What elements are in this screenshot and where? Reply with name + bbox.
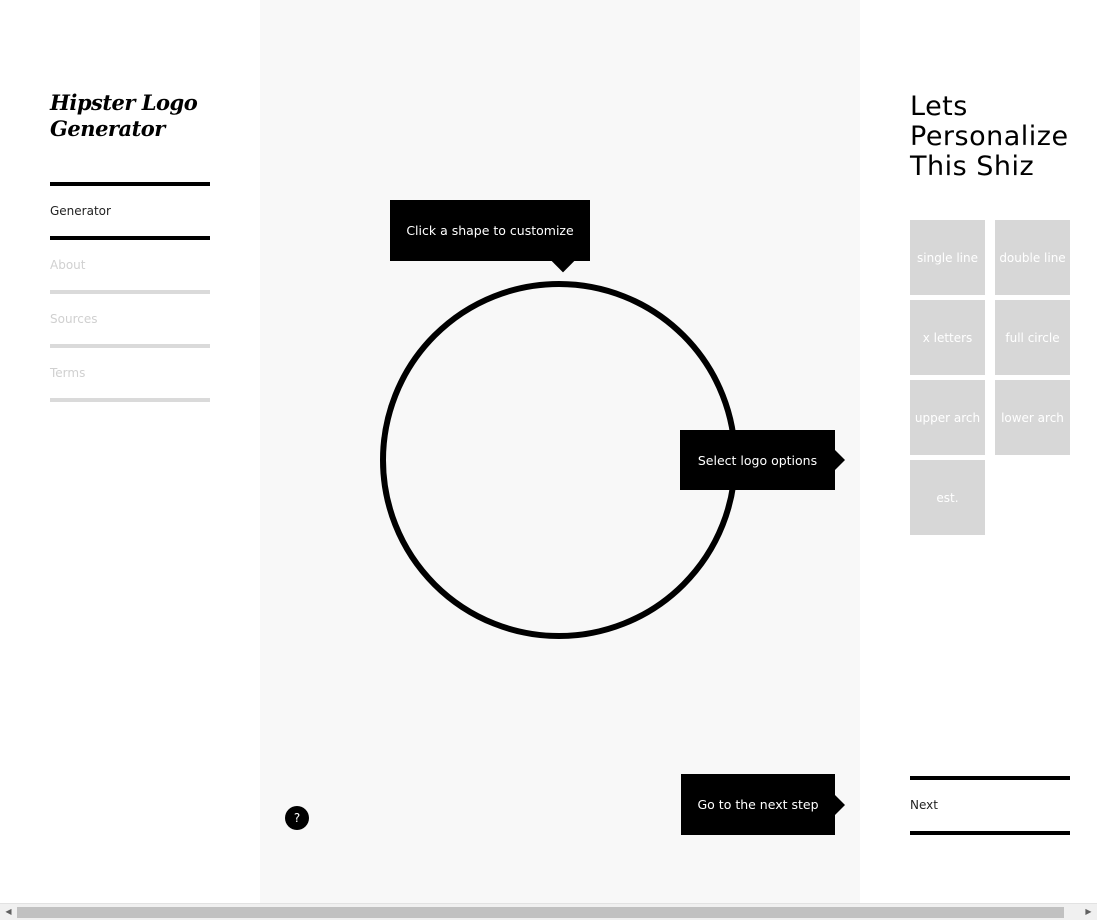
horizontal-scrollbar[interactable]: ◀ ▶ — [0, 903, 1097, 920]
options-tooltip-text: Select logo options — [697, 452, 818, 468]
shape-tooltip: Click a shape to customize — [390, 200, 590, 273]
tooltip-arrow-icon — [551, 249, 575, 273]
option-est[interactable]: est. — [910, 460, 985, 535]
option-lower-arch[interactable]: lower arch — [995, 380, 1070, 455]
option-single-line[interactable]: single line — [910, 220, 985, 295]
next-divider — [910, 831, 1070, 835]
scroll-left-icon[interactable]: ◀ — [0, 904, 17, 920]
app-logo-title: Hipster Logo Generator — [50, 90, 198, 141]
options-tooltip: Select logo options — [680, 430, 845, 490]
nav-item-sources[interactable]: Sources — [50, 294, 210, 344]
logo-canvas: Click a shape to customize Select logo o… — [260, 0, 860, 903]
next-step-tooltip-text: Go to the next step — [697, 797, 819, 812]
option-x-letters[interactable]: x letters — [910, 300, 985, 375]
shape-tooltip-text: Click a shape to customize — [406, 223, 574, 238]
scroll-right-icon[interactable]: ▶ — [1080, 904, 1097, 920]
nav-item-terms[interactable]: Terms — [50, 348, 210, 398]
nav-item-about[interactable]: About — [50, 240, 210, 290]
next-step-box: Next — [910, 776, 1070, 835]
nav-divider — [50, 398, 210, 402]
panel-title: Lets Personalize This Shiz — [910, 91, 1069, 182]
next-step-tooltip: Go to the next step — [681, 774, 845, 835]
next-button[interactable]: Next — [910, 780, 1070, 831]
tooltip-arrow-icon — [835, 794, 845, 815]
option-upper-arch[interactable]: upper arch — [910, 380, 985, 455]
scrollbar-thumb[interactable] — [17, 907, 1064, 918]
option-full-circle[interactable]: full circle — [995, 300, 1070, 375]
tooltip-arrow-icon — [835, 450, 845, 470]
main-nav: Generator About Sources Terms — [50, 182, 210, 402]
nav-item-generator[interactable]: Generator — [50, 186, 210, 236]
help-button[interactable]: ? — [285, 806, 309, 830]
option-double-line[interactable]: double line — [995, 220, 1070, 295]
